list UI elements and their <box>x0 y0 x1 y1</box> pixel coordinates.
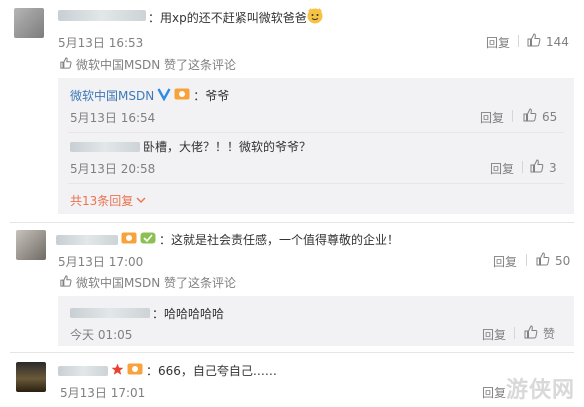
comment-1-like-button[interactable]: 144 <box>527 33 569 50</box>
comment-2-text: ：这就是社会责任感，一个值得尊敬的企业！ <box>159 233 400 247</box>
like-count: 144 <box>546 34 569 49</box>
comment-3-username[interactable] <box>58 365 108 376</box>
star-icon <box>111 363 124 379</box>
reply-1-text: ：爷爷 <box>193 89 230 103</box>
comment-2-line: ：这就是社会责任感，一个值得尊敬的企业！ <box>56 231 399 248</box>
comment-1-reply-button[interactable]: 回复 <box>486 34 510 51</box>
fan-badge-icon <box>174 87 190 104</box>
reply-label: 回复 <box>486 36 511 50</box>
reply-2-username[interactable] <box>70 142 140 152</box>
user-avatar[interactable] <box>16 362 46 392</box>
reply-1-time: 5月13日 16:54 <box>70 111 156 125</box>
reply-3-time: 今天 01:05 <box>70 328 133 342</box>
reply-1-username[interactable]: 微软中国MSDN <box>70 87 154 104</box>
reply-3-like-button[interactable]: 赞 <box>524 325 555 342</box>
user-avatar[interactable] <box>14 8 44 38</box>
comment-1-liked-by: 微软中国MSDN 赞了这条评论 <box>60 56 236 73</box>
fan-badge-icon <box>127 362 143 379</box>
comment-2-username[interactable] <box>56 234 118 245</box>
comment-3-line: ：666，自己夸自己…… <box>58 362 277 379</box>
comment-3-text: ：666，自己夸自己…… <box>146 364 277 378</box>
reply-2-time: 5月13日 20:58 <box>70 162 156 176</box>
watermark-logo: 游侠网 <box>506 378 576 403</box>
thumb-up-icon <box>523 108 537 125</box>
reply-3-username[interactable] <box>70 308 150 318</box>
thumb-icon <box>60 57 72 72</box>
reply-2-text: 卧槽，大佬？！！微软的爷爷？ <box>143 140 312 154</box>
member-badge-icon <box>140 231 156 248</box>
reply-2-reply-button[interactable]: 回复 <box>490 160 514 177</box>
comment-3-time: 5月13日 17:01 <box>60 386 146 400</box>
reply-1-reply-button[interactable]: 回复 <box>480 109 504 126</box>
comment-2-like-button[interactable]: 50 <box>536 252 570 269</box>
chevron-down-icon <box>136 194 146 208</box>
thumb-up-icon <box>530 159 544 176</box>
thumb-icon <box>60 275 72 290</box>
verified-v-icon <box>157 87 171 104</box>
reply-1-like-button[interactable]: 65 <box>523 108 557 125</box>
reply-3-text: ：哈哈哈哈哈 <box>152 307 225 321</box>
show-more-replies-link[interactable]: 共13条回复 <box>70 192 146 209</box>
thumb-up-icon <box>524 325 538 342</box>
comment-1-username[interactable] <box>58 10 146 21</box>
fan-badge-icon <box>121 231 137 248</box>
comment-2-reply-button[interactable]: 回复 <box>493 253 517 270</box>
comment-2-time: 5月13日 17:00 <box>58 255 144 269</box>
comment-1-text: ：用xp的还不赶紧叫微软爸爸 <box>148 11 307 25</box>
thumb-up-icon <box>527 33 541 50</box>
thumb-up-icon <box>536 252 550 269</box>
comment-3-reply-button[interactable]: 回复 <box>482 384 506 401</box>
comment-1-time: 5月13日 16:53 <box>58 36 144 50</box>
reply-3-reply-button[interactable]: 回复 <box>482 326 506 343</box>
comment-2-liked-by: 微软中国MSDN 赞了这条评论 <box>60 274 236 291</box>
reply-1-line: 微软中国MSDN ：爷爷 <box>70 87 229 104</box>
user-avatar[interactable] <box>16 230 46 260</box>
reply-2-like-button[interactable]: 3 <box>530 159 557 176</box>
cat-emoji-icon <box>306 6 324 24</box>
